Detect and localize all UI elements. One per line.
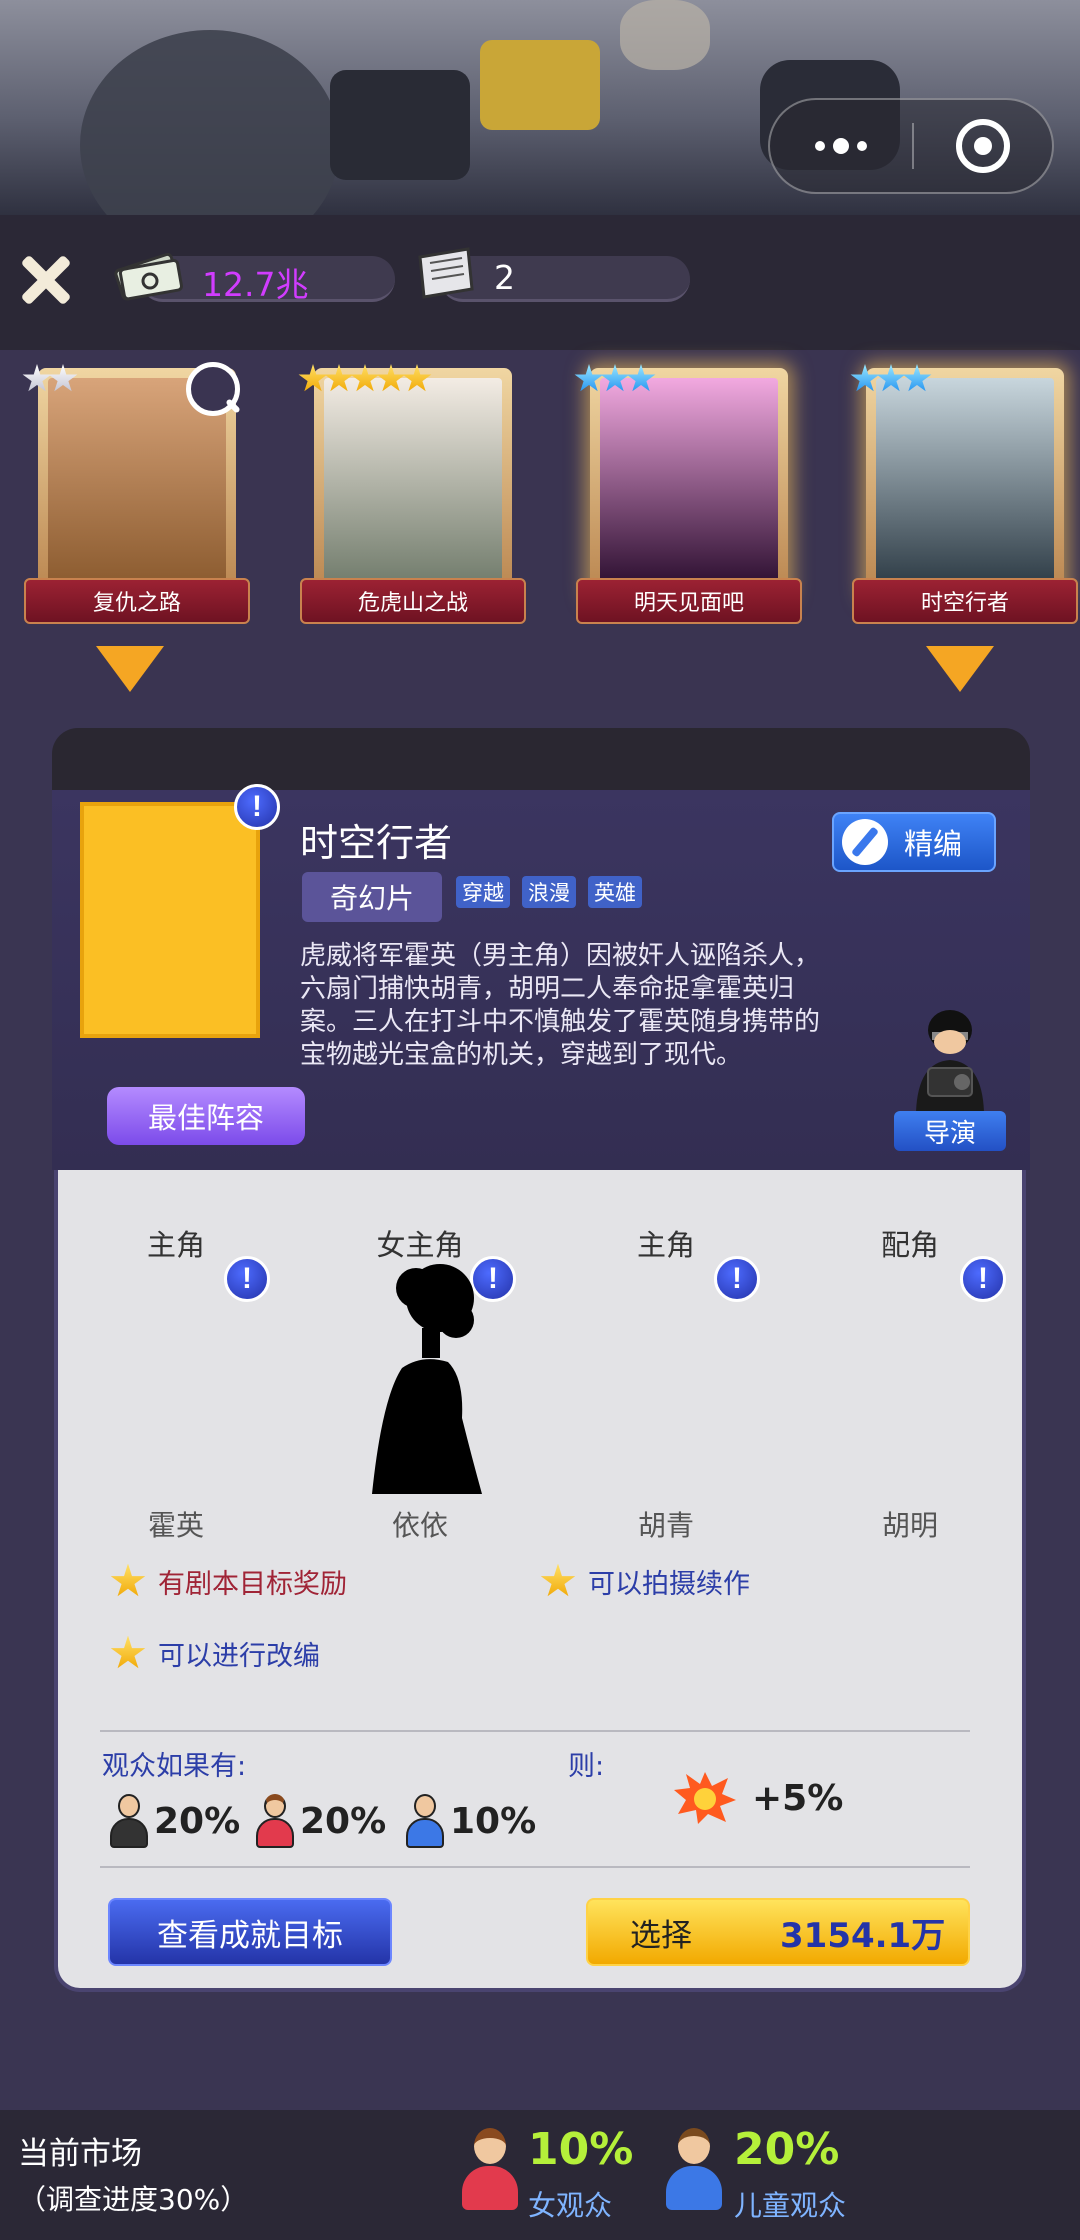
perk-label: 可以进行改编 (158, 1641, 320, 1672)
movie-card-2[interactable]: 危虎山之战 (298, 364, 526, 630)
movie-title: 时空行者 (300, 821, 453, 865)
money-icon (114, 252, 183, 301)
perk-item: 可以进行改编 (110, 1634, 320, 1673)
female-viewer-value: 10% (528, 2124, 634, 2175)
male-audience: 20% (108, 1794, 240, 1848)
divider (100, 1730, 970, 1732)
child-viewer-label: 儿童观众 (734, 2189, 847, 2222)
card-stars (22, 364, 78, 394)
actor-name: 胡青 (637, 1509, 694, 1542)
female-viewer-icon (460, 2128, 520, 2212)
movie-title-label: 时空行者 (852, 578, 1078, 624)
pen-icon (842, 819, 888, 865)
male-audience-icon (108, 1794, 148, 1848)
explosion-icon (674, 1772, 736, 1824)
male-audience-value: 20% (154, 1800, 241, 1842)
director-avatar-icon (916, 1010, 984, 1112)
market-survey-progress: （调查进度30%） (18, 2183, 249, 2216)
select-label: 选择 (630, 1917, 692, 1954)
child-audience-icon (404, 1794, 444, 1848)
female-viewer-label: 女观众 (528, 2189, 613, 2222)
more-menu-icon[interactable] (770, 100, 912, 192)
movie-card-4[interactable]: 时空行者 (850, 364, 1078, 630)
movie-title-label: 明天见面吧 (576, 578, 802, 624)
child-audience: 10% (404, 1794, 536, 1848)
market-title: 当前市场 (18, 2136, 142, 2172)
child-viewer-value: 20% (734, 2124, 840, 2175)
select-price: 3154.1万 (780, 1915, 946, 1956)
select-button[interactable]: 选择 3154.1万 (586, 1898, 970, 1966)
director-button[interactable]: 导演 (894, 1111, 1006, 1151)
audience-condition-label: 观众如果有: (102, 1751, 247, 1782)
money-value: 12.7兆 (202, 265, 309, 304)
female-audience-icon (254, 1794, 294, 1848)
then-label: 则: (568, 1751, 605, 1782)
actress-silhouette[interactable] (352, 1258, 492, 1494)
female-audience-value: 20% (300, 1800, 387, 1842)
actor-name: 霍英 (147, 1509, 204, 1542)
tag-badge: 英雄 (588, 876, 642, 908)
genre-badge: 奇幻片 (302, 872, 442, 922)
chevron-down-icon (96, 646, 164, 692)
movie-card-3[interactable]: 明天见面吧 (574, 364, 802, 630)
search-icon[interactable] (186, 362, 240, 416)
movie-title-label: 复仇之路 (24, 578, 250, 624)
detail-panel-header (52, 728, 1030, 790)
perk-label: 可以拍摄续作 (588, 1569, 750, 1600)
perk-label: 有剧本目标奖励 (158, 1569, 347, 1600)
chevron-down-icon (926, 646, 994, 692)
script-count: 2 (494, 258, 515, 297)
close-miniprogram-icon[interactable] (914, 119, 1052, 173)
perk-item: 可以拍摄续作 (540, 1562, 750, 1601)
tag-badge: 穿越 (456, 876, 510, 908)
script-scroll-icon (418, 247, 474, 299)
alert-icon[interactable]: ! (714, 1256, 760, 1302)
view-achievements-button[interactable]: 查看成就目标 (108, 1898, 392, 1966)
actor-name: 依依 (391, 1509, 448, 1542)
close-icon[interactable] (18, 252, 74, 308)
star-icon (110, 1563, 146, 1597)
perk-item: 有剧本目标奖励 (110, 1562, 347, 1601)
card-stars (850, 364, 932, 394)
tag-badge: 浪漫 (522, 876, 576, 908)
edit-button[interactable]: 精编 (832, 812, 996, 872)
bonus-value: +5% (752, 1778, 844, 1819)
movie-poster (80, 802, 260, 1038)
alert-icon[interactable]: ! (234, 784, 280, 830)
card-stars (298, 364, 432, 394)
movie-synopsis: 虎威将军霍英（男主角）因被奸人诬陷杀人，六扇门捕快胡青，胡明二人奉命捉拿霍英归案… (300, 941, 821, 1070)
female-audience: 20% (254, 1794, 386, 1848)
star-icon (110, 1635, 146, 1669)
movie-title-label: 危虎山之战 (300, 578, 526, 624)
best-cast-button[interactable]: 最佳阵容 (107, 1087, 305, 1145)
divider (100, 1866, 970, 1868)
edit-button-label: 精编 (904, 827, 963, 861)
star-icon (540, 1563, 576, 1597)
child-audience-value: 10% (450, 1800, 537, 1842)
alert-icon[interactable]: ! (224, 1256, 270, 1302)
alert-icon[interactable]: ! (960, 1256, 1006, 1302)
miniprogram-capsule (768, 98, 1054, 194)
child-viewer-icon (664, 2128, 724, 2212)
actor-name: 胡明 (881, 1509, 938, 1542)
card-stars (574, 364, 656, 394)
